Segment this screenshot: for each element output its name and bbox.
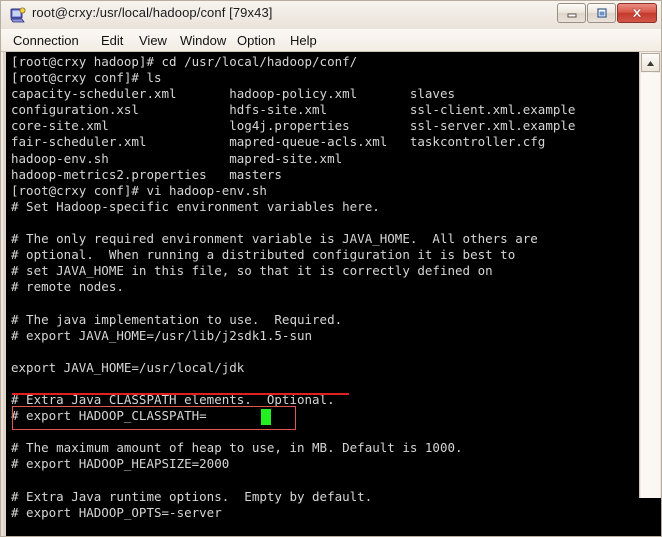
terminal-frame: [root@crxy hadoop]# cd /usr/local/hadoop… [3,52,661,536]
text-cursor [261,409,271,425]
terminal-line: hadoop-env.sh mapred-site.xml [11,150,343,166]
menu-item-help[interactable]: Help [286,32,321,49]
terminal-line: [root@crxy conf]# ls [11,70,162,86]
terminal-line: # The java implementation to use. Requir… [11,311,343,327]
terminal-app-icon [9,6,27,24]
terminal-line: capacity-scheduler.xml hadoop-policy.xml… [11,86,456,102]
window-title: root@crxy:/usr/local/hadoop/conf [79x43] [32,5,273,20]
terminal-line: # The maximum amount of heap to use, in … [11,440,463,456]
terminal-line: # Set Hadoop-specific environment variab… [11,198,380,214]
terminal-line: [root@crxy conf]# vi hadoop-env.sh [11,182,267,198]
vertical-scrollbar[interactable] [639,52,661,498]
terminal-line: # export JAVA_HOME=/usr/lib/j2sdk1.5-sun [11,327,313,343]
annotation-red-underline [12,393,349,395]
terminal-line: configuration.xsl hdfs-site.xml ssl-clie… [11,102,576,118]
annotation-red-box [12,406,296,430]
terminal-text-lines: [root@crxy hadoop]# cd /usr/local/hadoop… [11,54,575,536]
menu-bar: Connection Edit View Window Option Help [1,29,661,52]
menu-item-edit[interactable]: Edit [97,32,127,49]
menu-item-view[interactable]: View [135,32,171,49]
terminal-line: # The only required environment variable… [11,231,538,247]
menu-item-connection[interactable]: Connection [9,32,83,49]
minimize-icon [558,4,585,22]
title-bar[interactable]: root@crxy:/usr/local/hadoop/conf [79x43] [1,1,661,29]
terminal-line: hadoop-metrics2.properties masters [11,166,282,182]
minimize-button[interactable] [557,3,586,23]
scroll-up-button[interactable] [641,53,660,72]
terminal-window: root@crxy:/usr/local/hadoop/conf [79x43] [0,0,662,537]
terminal-output[interactable]: [root@crxy hadoop]# cd /usr/local/hadoop… [6,52,635,536]
maximize-button[interactable] [587,3,616,23]
maximize-icon [588,4,615,22]
terminal-line: core-site.xml log4j.properties ssl-serve… [11,118,576,134]
terminal-line: fair-scheduler.xml mapred-queue-acls.xml… [11,134,546,150]
close-icon [618,4,656,22]
terminal-line: # export HADOOP_OPTS=-server [11,504,222,520]
terminal-line: # Extra Java runtime options. Empty by d… [11,488,373,504]
terminal-line: # remote nodes. [11,279,124,295]
terminal-line: # set JAVA_HOME in this file, so that it… [11,263,493,279]
close-button[interactable] [617,3,657,23]
menu-item-option[interactable]: Option [233,32,279,49]
terminal-line: # export HADOOP_HEAPSIZE=2000 [11,456,230,472]
menu-item-window[interactable]: Window [176,32,230,49]
terminal-line: # optional. When running a distributed c… [11,247,516,263]
terminal-line: export JAVA_HOME=/usr/local/jdk [11,359,245,375]
scroll-up-arrow-icon [646,54,655,72]
terminal-line: [root@crxy hadoop]# cd /usr/local/hadoop… [11,54,358,69]
scrollbar-track[interactable] [641,73,660,498]
